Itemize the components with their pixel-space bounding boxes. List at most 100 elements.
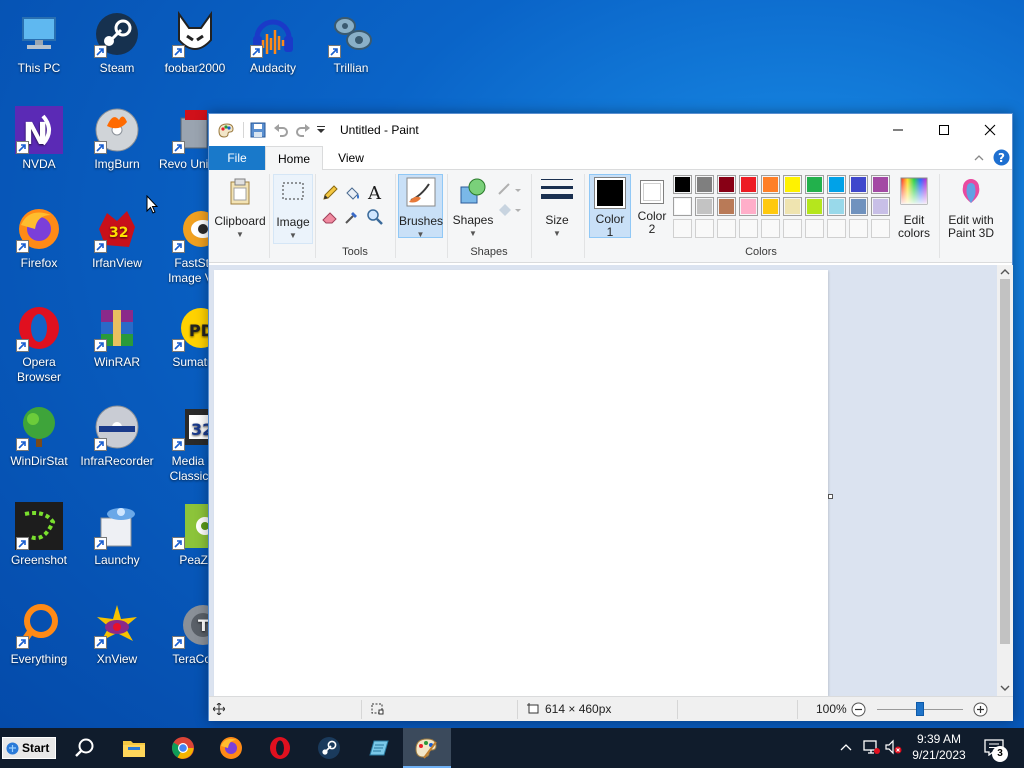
vertical-scrollbar[interactable] xyxy=(997,265,1013,696)
desktop-icon-audacity[interactable]: Audacity xyxy=(234,10,312,76)
canvas-size-text: 614 × 460px xyxy=(545,702,612,716)
zoom-in-icon[interactable] xyxy=(973,702,988,717)
tab-view[interactable]: View xyxy=(323,146,379,170)
undo-icon[interactable] xyxy=(273,121,289,139)
maximize-button[interactable] xyxy=(921,114,967,145)
taskbar-chrome[interactable] xyxy=(159,728,207,768)
desktop-icon-infrarecorder[interactable]: InfraRecorder xyxy=(78,403,156,469)
palette-color-swatch[interactable] xyxy=(805,197,824,216)
palette-color-swatch[interactable] xyxy=(761,197,780,216)
palette-color-swatch[interactable] xyxy=(871,175,890,194)
pencil-icon[interactable] xyxy=(321,184,339,202)
taskbar-file-explorer[interactable] xyxy=(110,728,158,768)
color1-button[interactable]: Color 1 xyxy=(589,174,631,239)
network-icon[interactable] xyxy=(862,739,880,755)
minimize-button[interactable] xyxy=(875,114,921,145)
magnifier-icon[interactable] xyxy=(366,208,384,226)
close-button[interactable] xyxy=(967,114,1013,145)
taskbar-clock[interactable]: 9:39 AM 9/21/2023 xyxy=(904,731,974,763)
custom-color-slot[interactable] xyxy=(827,219,846,238)
action-center-button[interactable]: 3 xyxy=(978,728,1024,768)
palette-color-swatch[interactable] xyxy=(739,197,758,216)
desktop-icon-winrar[interactable]: WinRAR xyxy=(78,304,156,370)
palette-color-swatch[interactable] xyxy=(827,175,846,194)
desktop-icon-windirstat[interactable]: WinDirStat xyxy=(0,403,78,469)
zoom-out-icon[interactable] xyxy=(851,702,866,717)
palette-color-swatch[interactable] xyxy=(871,197,890,216)
start-button[interactable]: Start xyxy=(2,737,56,759)
palette-color-swatch[interactable] xyxy=(673,197,692,216)
scroll-up-icon[interactable] xyxy=(1000,268,1010,276)
volume-muted-icon[interactable] xyxy=(884,739,902,755)
desktop-icon-firefox[interactable]: Firefox xyxy=(0,205,78,271)
color2-button[interactable]: Color 2 xyxy=(631,174,673,238)
zoom-slider-thumb[interactable] xyxy=(916,702,924,716)
desktop-icon-foobar2000[interactable]: foobar2000 xyxy=(156,10,234,76)
edit-with-paint3d-button[interactable]: Edit with Paint 3D xyxy=(943,174,999,240)
desktop-icon-nvda[interactable]: N NVDA xyxy=(0,106,78,172)
taskbar-search[interactable] xyxy=(60,728,108,768)
tab-file[interactable]: File xyxy=(209,146,265,170)
desktop-icon-this-pc[interactable]: This PC xyxy=(0,10,78,76)
desktop-icon-label: Everything xyxy=(10,652,68,666)
palette-color-swatch[interactable] xyxy=(783,175,802,194)
edit-colors-button[interactable]: Edit colors xyxy=(895,174,933,240)
custom-color-slot[interactable] xyxy=(717,219,736,238)
desktop-icon-trillian[interactable]: Trillian xyxy=(312,10,390,76)
tab-home[interactable]: Home xyxy=(265,146,323,171)
taskbar-notepad[interactable] xyxy=(354,728,402,768)
scroll-down-icon[interactable] xyxy=(1000,684,1010,692)
color-picker-icon[interactable] xyxy=(343,208,361,226)
desktop-icon-greenshot[interactable]: Greenshot xyxy=(0,502,78,568)
desktop-icon-irfanview[interactable]: 32 IrfanView xyxy=(78,205,156,271)
palette-color-swatch[interactable] xyxy=(805,175,824,194)
desktop-icon-launchy[interactable]: Launchy xyxy=(78,502,156,568)
fill-icon[interactable] xyxy=(343,184,361,202)
taskbar-steam[interactable] xyxy=(305,728,353,768)
palette-color-swatch[interactable] xyxy=(761,175,780,194)
custom-color-slot[interactable] xyxy=(783,219,802,238)
shapes-button[interactable]: Shapes ▼ xyxy=(451,174,495,238)
customize-quick-access-icon[interactable] xyxy=(315,121,327,139)
taskbar-paint[interactable] xyxy=(403,728,451,768)
drawing-canvas[interactable] xyxy=(214,270,828,696)
desktop-icon-xnview[interactable]: XnView xyxy=(78,601,156,667)
desktop-icon-opera[interactable]: Opera Browser xyxy=(0,304,78,385)
desktop-icon-everything[interactable]: Everything xyxy=(0,601,78,667)
palette-color-swatch[interactable] xyxy=(717,175,736,194)
show-hidden-icons-icon[interactable] xyxy=(840,742,852,752)
clipboard-button[interactable]: Clipboard ▼ xyxy=(213,174,267,244)
palette-color-swatch[interactable] xyxy=(717,197,736,216)
eraser-icon[interactable] xyxy=(321,208,339,226)
custom-color-slot[interactable] xyxy=(673,219,692,238)
custom-color-slot[interactable] xyxy=(695,219,714,238)
size-button[interactable]: Size ▼ xyxy=(535,174,579,238)
text-icon[interactable]: A xyxy=(366,182,384,202)
custom-color-slot[interactable] xyxy=(805,219,824,238)
canvas-resize-handle-right[interactable] xyxy=(828,494,833,499)
desktop-icon-imgburn[interactable]: ImgBurn xyxy=(78,106,156,172)
redo-icon[interactable] xyxy=(295,121,311,139)
desktop-icon-steam[interactable]: Steam xyxy=(78,10,156,76)
scrollbar-thumb[interactable] xyxy=(1000,279,1010,644)
custom-color-slot[interactable] xyxy=(739,219,758,238)
palette-color-swatch[interactable] xyxy=(783,197,802,216)
palette-color-swatch[interactable] xyxy=(739,175,758,194)
taskbar-opera[interactable] xyxy=(256,728,304,768)
palette-color-swatch[interactable] xyxy=(695,197,714,216)
custom-color-slot[interactable] xyxy=(871,219,890,238)
brushes-button[interactable]: Brushes ▼ xyxy=(398,174,443,239)
help-icon[interactable]: ? xyxy=(993,149,1010,166)
save-icon[interactable] xyxy=(250,121,266,139)
custom-color-slot[interactable] xyxy=(761,219,780,238)
palette-color-swatch[interactable] xyxy=(827,197,846,216)
image-button[interactable]: Image ▼ xyxy=(273,174,313,244)
palette-color-swatch[interactable] xyxy=(673,175,692,194)
collapse-ribbon-icon[interactable] xyxy=(973,153,985,163)
taskbar-firefox[interactable] xyxy=(207,728,255,768)
palette-color-swatch[interactable] xyxy=(849,175,868,194)
palette-color-swatch[interactable] xyxy=(849,197,868,216)
palette-color-swatch[interactable] xyxy=(695,175,714,194)
custom-color-slot[interactable] xyxy=(849,219,868,238)
window-title: Untitled - Paint xyxy=(340,123,419,137)
